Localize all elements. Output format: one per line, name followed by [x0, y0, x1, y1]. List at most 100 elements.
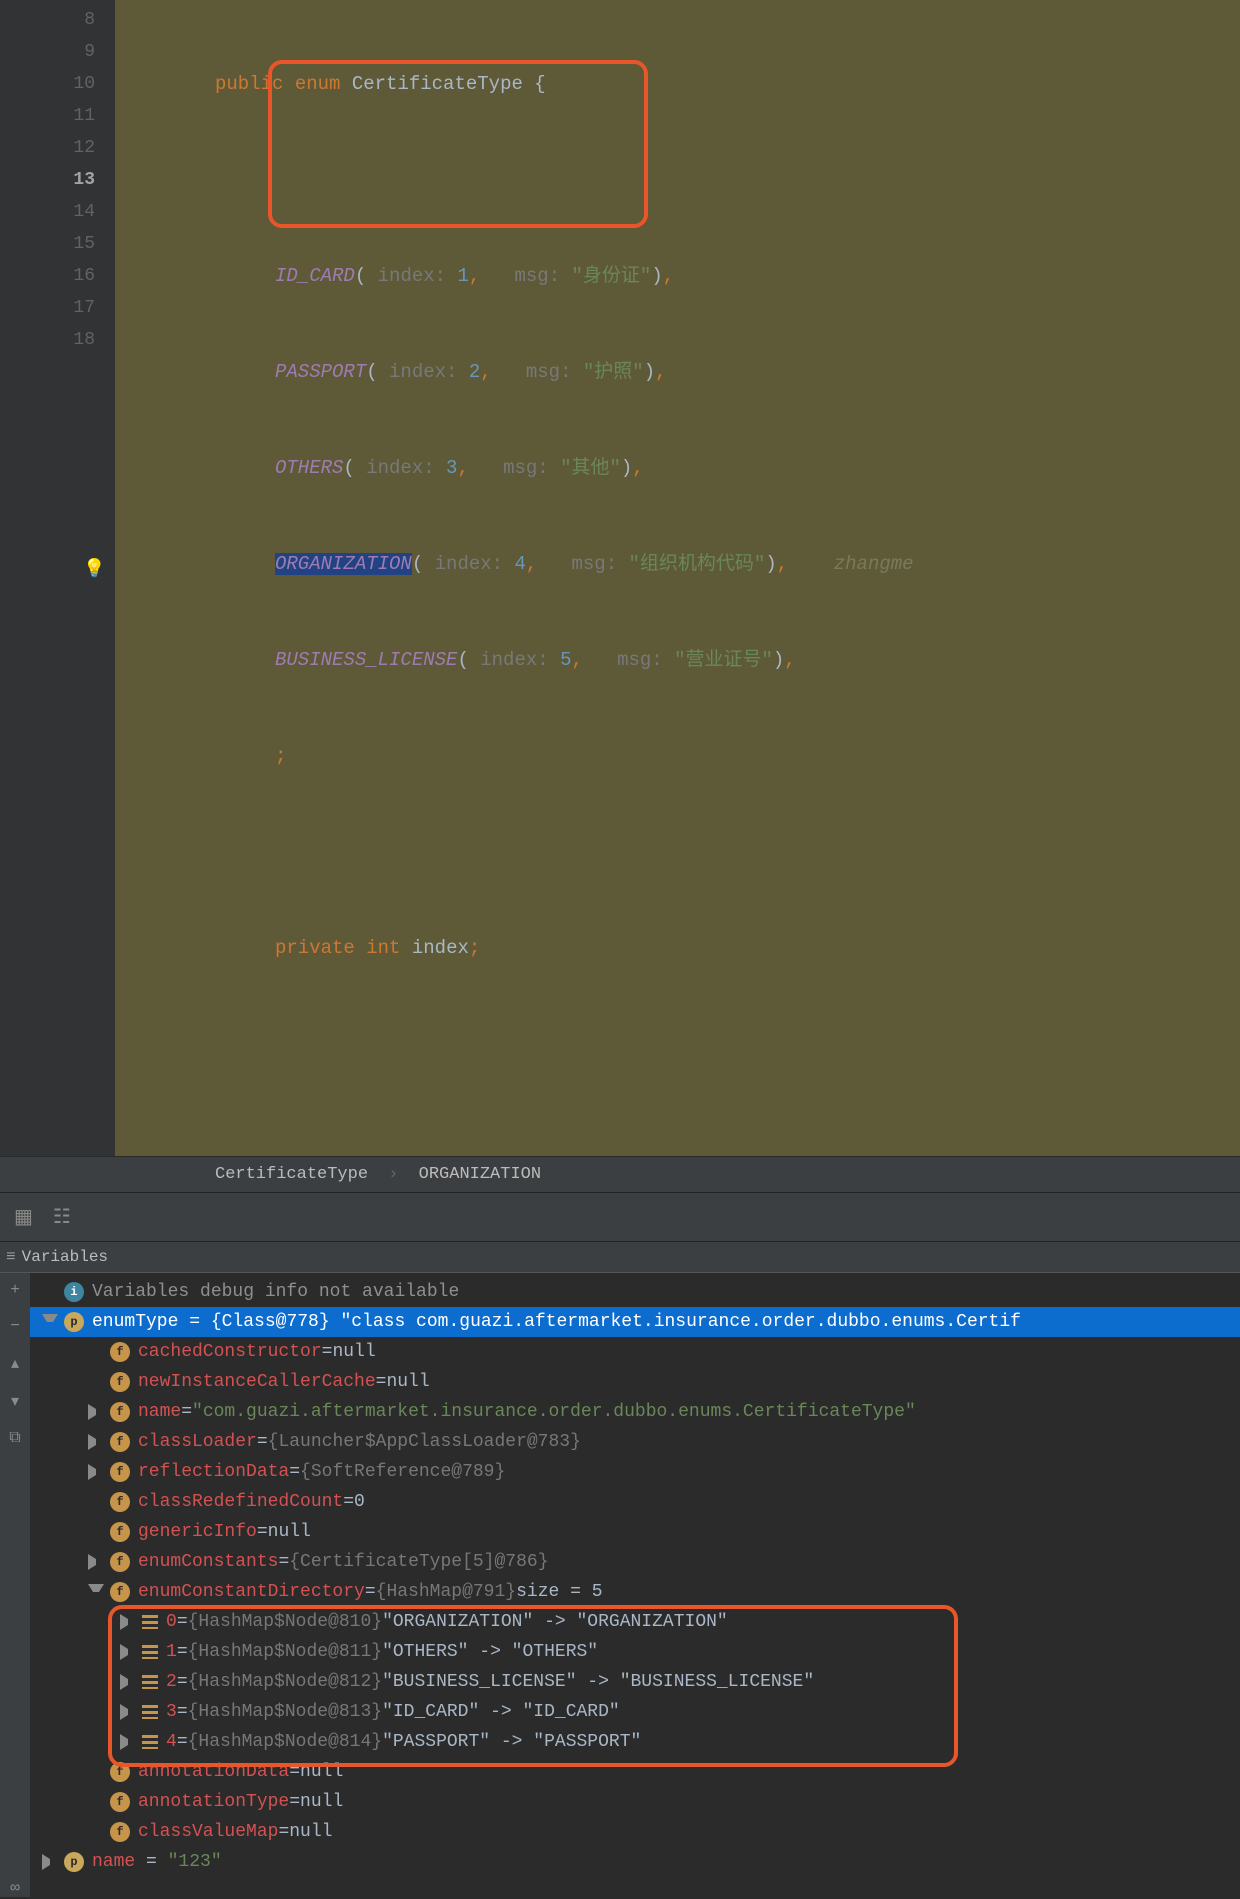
brace: {: [523, 73, 546, 95]
param-hint: msg:: [503, 457, 560, 479]
expand-arrow-icon[interactable]: [42, 1854, 58, 1870]
map-entry-row[interactable]: 3 = {HashMap$Node@813} "ID_CARD" -> "ID_…: [30, 1697, 1240, 1727]
semicolon: ;: [275, 745, 286, 767]
expand-arrow-icon[interactable]: [120, 1734, 136, 1750]
expand-arrow-icon[interactable]: [120, 1614, 136, 1630]
entry-pair: "ID_CARD" -> "ID_CARD": [382, 1697, 620, 1727]
field-badge-icon: f: [110, 1522, 130, 1542]
entry-key: 4: [166, 1727, 177, 1757]
keyword: enum: [295, 73, 341, 95]
field-badge-icon: f: [110, 1402, 130, 1422]
code-editor[interactable]: 8 9 10 11 12 13 14 15 16 17 18 public en…: [0, 0, 1240, 1156]
var-value: null: [268, 1517, 311, 1547]
tree-row[interactable]: fclassLoader = {Launcher$AppClassLoader@…: [30, 1427, 1240, 1457]
line-number: 16: [0, 260, 95, 292]
down-icon[interactable]: ▾: [11, 1391, 19, 1411]
expand-arrow-icon[interactable]: [120, 1644, 136, 1660]
tree-row-enumtype[interactable]: p enumType = {Class@778} "class com.guaz…: [30, 1307, 1240, 1337]
expand-arrow-icon[interactable]: [88, 1584, 104, 1600]
string: "护照": [583, 361, 644, 383]
enum-constant: OTHERS: [275, 457, 343, 479]
line-number: 15: [0, 228, 95, 260]
info-row: i Variables debug info not available: [30, 1277, 1240, 1307]
var-name: classValueMap: [138, 1817, 278, 1847]
filter-icon[interactable]: ☷: [53, 1204, 71, 1230]
map-entry-row[interactable]: 0 = {HashMap$Node@810} "ORGANIZATION" ->…: [30, 1607, 1240, 1637]
expand-arrow-icon[interactable]: [88, 1344, 104, 1360]
field-badge-icon: f: [110, 1792, 130, 1812]
var-tail: size = 5: [516, 1577, 602, 1607]
var-value: 0: [354, 1487, 365, 1517]
var-name: cachedConstructor: [138, 1337, 322, 1367]
var-name: annotationData: [138, 1757, 289, 1787]
var-name: enumConstants: [138, 1547, 278, 1577]
field-badge-icon: f: [110, 1552, 130, 1572]
entry-pair: "OTHERS" -> "OTHERS": [382, 1637, 598, 1667]
keyword: int: [366, 937, 400, 959]
variables-tree[interactable]: i Variables debug info not available p e…: [30, 1273, 1240, 1897]
var-value: "123": [168, 1847, 222, 1877]
breadcrumb[interactable]: CertificateType › ORGANIZATION: [0, 1156, 1240, 1192]
expand-arrow-icon[interactable]: [42, 1314, 58, 1330]
var-value: null: [289, 1817, 332, 1847]
tree-row[interactable]: fgenericInfo = null: [30, 1517, 1240, 1547]
tree-row[interactable]: freflectionData = {SoftReference@789}: [30, 1457, 1240, 1487]
intention-bulb-icon[interactable]: 💡: [83, 554, 105, 586]
line-number: 14: [0, 196, 95, 228]
debug-side-rail: + − ▴ ▾ ⧉ ∞: [0, 1273, 30, 1897]
var-value: {SoftReference@789}: [300, 1457, 505, 1487]
expand-arrow-icon[interactable]: [88, 1464, 104, 1480]
up-icon[interactable]: ▴: [11, 1353, 19, 1373]
remove-watch-icon[interactable]: −: [10, 1317, 20, 1335]
enum-constant: PASSPORT: [275, 361, 366, 383]
expand-arrow-icon[interactable]: [88, 1554, 104, 1570]
map-entry-icon: [142, 1705, 158, 1719]
keyword: private: [275, 937, 355, 959]
tree-row[interactable]: fannotationType = null: [30, 1787, 1240, 1817]
expand-arrow-icon[interactable]: [88, 1494, 104, 1510]
table-icon[interactable]: ▦: [14, 1204, 33, 1230]
expand-arrow-icon[interactable]: [88, 1824, 104, 1840]
field-name: index: [412, 937, 469, 959]
glasses-icon[interactable]: ∞: [10, 1879, 20, 1897]
tree-row[interactable]: fclassRedefinedCount = 0: [30, 1487, 1240, 1517]
breadcrumb-item[interactable]: ORGANIZATION: [419, 1165, 541, 1184]
param-hint: msg:: [514, 265, 571, 287]
tree-row[interactable]: fenumConstants = {CertificateType[5]@786…: [30, 1547, 1240, 1577]
tree-row-name[interactable]: p name = "123": [30, 1847, 1240, 1877]
entry-ref: {HashMap$Node@814}: [188, 1727, 382, 1757]
add-watch-icon[interactable]: +: [10, 1281, 20, 1299]
variables-panel-header[interactable]: ≡ Variables: [0, 1242, 1240, 1273]
var-value: "com.guazi.aftermarket.insurance.order.d…: [192, 1397, 916, 1427]
entry-ref: {HashMap$Node@810}: [188, 1607, 382, 1637]
breadcrumb-item[interactable]: CertificateType: [215, 1165, 368, 1184]
map-entry-row[interactable]: 4 = {HashMap$Node@814} "PASSPORT" -> "PA…: [30, 1727, 1240, 1757]
field-badge-icon: f: [110, 1822, 130, 1842]
tree-row[interactable]: fclassValueMap = null: [30, 1817, 1240, 1847]
map-entry-row[interactable]: 2 = {HashMap$Node@812} "BUSINESS_LICENSE…: [30, 1667, 1240, 1697]
var-name: reflectionData: [138, 1457, 289, 1487]
tree-row[interactable]: fname = "com.guazi.aftermarket.insurance…: [30, 1397, 1240, 1427]
expand-arrow-icon[interactable]: [120, 1704, 136, 1720]
expand-arrow-icon[interactable]: [88, 1524, 104, 1540]
var-value: {CertificateType[5]@786}: [289, 1547, 548, 1577]
expand-arrow-icon[interactable]: [88, 1404, 104, 1420]
var-name: name: [92, 1847, 135, 1877]
copy-icon[interactable]: ⧉: [9, 1429, 20, 1447]
code-content[interactable]: public enum CertificateType { ID_CARD( i…: [115, 0, 1240, 1156]
field-badge-icon: f: [110, 1372, 130, 1392]
tree-row[interactable]: fcachedConstructor = null: [30, 1337, 1240, 1367]
var-value: null: [332, 1337, 375, 1367]
map-entry-row[interactable]: 1 = {HashMap$Node@811} "OTHERS" -> "OTHE…: [30, 1637, 1240, 1667]
tree-row[interactable]: fannotationData = null: [30, 1757, 1240, 1787]
string: "营业证号": [674, 649, 773, 671]
tree-row[interactable]: fenumConstantDirectory = {HashMap@791} s…: [30, 1577, 1240, 1607]
expand-arrow-icon[interactable]: [88, 1764, 104, 1780]
expand-arrow-icon[interactable]: [88, 1434, 104, 1450]
var-name: annotationType: [138, 1787, 289, 1817]
expand-arrow-icon[interactable]: [88, 1374, 104, 1390]
entry-key: 0: [166, 1607, 177, 1637]
line-number: 12: [0, 132, 95, 164]
expand-arrow-icon[interactable]: [120, 1674, 136, 1690]
expand-arrow-icon[interactable]: [88, 1794, 104, 1810]
